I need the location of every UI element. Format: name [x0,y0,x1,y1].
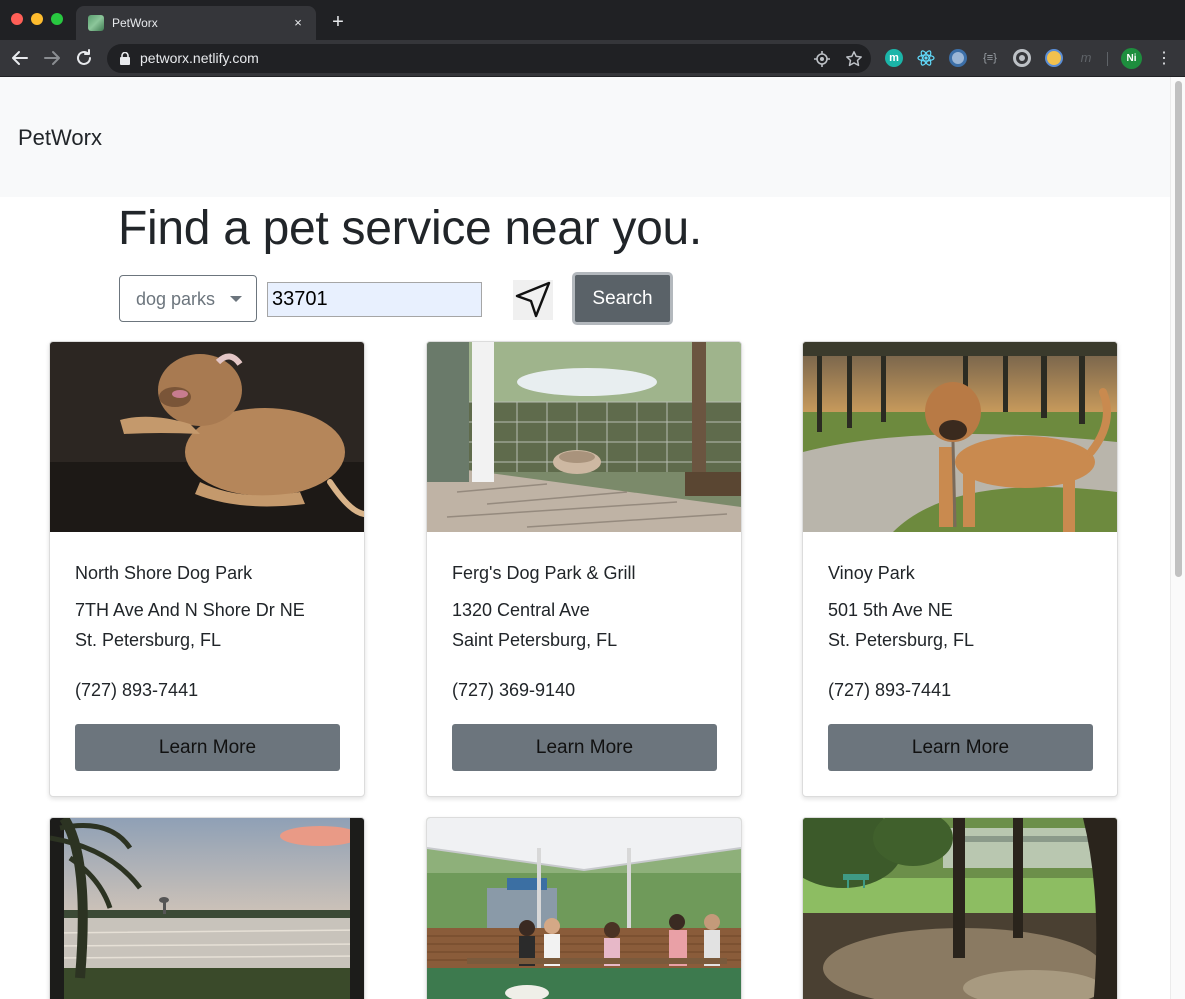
extension-target-icon[interactable] [1013,49,1031,67]
page-viewport: PetWorx Find a pet service near you. dog… [0,77,1185,999]
result-image [50,342,364,532]
result-card [802,817,1118,999]
zip-code-input[interactable] [267,282,482,317]
toolbar-divider [1107,52,1108,66]
result-card: Ferg's Dog Park & Grill 1320 Central Ave… [426,341,742,797]
learn-more-button[interactable]: Learn More [75,724,340,771]
page-scrollbar[interactable] [1170,77,1185,999]
result-name: Vinoy Park [828,563,915,583]
result-name: Ferg's Dog Park & Grill [452,563,636,583]
navigation-arrow-icon [515,281,551,318]
result-address-line2: St. Petersburg, FL [828,630,975,650]
search-button[interactable]: Search [572,272,673,325]
result-card: North Shore Dog Park 7TH Ave And N Shore… [49,341,365,797]
result-name: North Shore Dog Park [75,563,253,583]
result-image [803,818,1117,999]
result-image [427,342,741,532]
bookmark-star-icon[interactable] [845,50,863,68]
close-window-button[interactable] [11,13,23,25]
result-phone: (727) 369-9140 [452,680,576,700]
learn-more-button[interactable]: Learn More [828,724,1093,771]
result-address-line2: Saint Petersburg, FL [452,630,618,650]
result-card [426,817,742,999]
extension-m-icon[interactable]: m [885,49,903,67]
use-location-button[interactable] [513,280,553,320]
back-button[interactable] [8,46,32,70]
maximize-window-button[interactable] [51,13,63,25]
location-target-icon[interactable] [813,50,831,68]
site-brand[interactable]: PetWorx [18,124,102,152]
result-address-line1: 7TH Ave And N Shore Dr NE [75,600,305,620]
result-phone: (727) 893-7441 [828,680,952,700]
profile-avatar[interactable]: Ni [1121,48,1142,69]
result-image [427,818,741,999]
result-address-line1: 1320 Central Ave [452,600,590,620]
lock-icon [120,52,130,65]
result-address-line1: 501 5th Ave NE [828,600,953,620]
result-image [50,818,364,999]
minimize-window-button[interactable] [31,13,43,25]
result-card: Vinoy Park 501 5th Ave NE St. Petersburg… [802,341,1118,797]
caret-down-icon [230,296,242,302]
page-title: Find a pet service near you. [118,202,702,255]
address-bar[interactable]: petworx.netlify.com [107,44,871,73]
reload-icon [77,49,91,65]
arrow-left-icon [12,51,28,65]
browser-menu-icon[interactable]: ⋮ [1154,48,1174,69]
react-devtools-icon[interactable] [917,49,935,67]
extension-owl-icon[interactable] [1045,49,1063,67]
json-formatter-icon[interactable]: {≡} [981,49,999,67]
result-address-line2: St. Petersburg, FL [75,630,222,650]
category-selected-value: dog parks [136,289,216,309]
tab-title: PetWorx [112,16,158,30]
url-text: petworx.netlify.com [140,50,259,66]
extension-circle-icon[interactable] [949,49,967,67]
reload-button[interactable] [72,46,96,70]
forward-button[interactable] [40,46,64,70]
extension-disabled-icon[interactable]: m [1077,49,1095,67]
browser-toolbar: petworx.netlify.com m {≡} m Ni ⋮ [0,40,1185,77]
result-phone: (727) 893-7441 [75,680,199,700]
category-dropdown[interactable]: dog parks [119,275,257,322]
site-navbar: PetWorx [0,77,1170,197]
tab-close-icon[interactable]: × [288,13,308,33]
scrollbar-thumb[interactable] [1175,81,1182,577]
arrow-right-icon [44,51,60,65]
browser-tab-active[interactable]: PetWorx × [76,6,316,40]
result-card [49,817,365,999]
learn-more-button[interactable]: Learn More [452,724,717,771]
result-image [803,342,1117,532]
favicon-icon [88,15,104,31]
new-tab-button[interactable]: + [326,10,350,34]
browser-titlebar: PetWorx × + [0,0,1185,40]
